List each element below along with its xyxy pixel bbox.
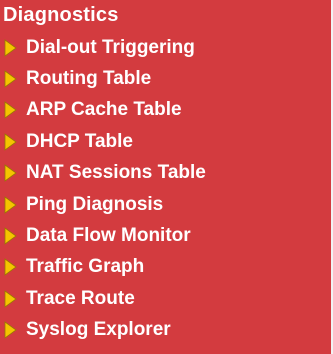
menu-item-syslog-explorer[interactable]: Syslog Explorer [0,315,331,346]
triangle-bullet-icon [4,195,17,214]
triangle-bullet-icon [4,164,17,183]
menu-item-label: Syslog Explorer [26,319,171,341]
triangle-bullet-icon [4,133,17,151]
triangle-bullet-icon [4,321,17,339]
menu-item-data-flow-monitor[interactable]: Data Flow Monitor [0,220,331,251]
menu-item-arp-cache-table[interactable]: ARP Cache Table [0,95,331,126]
menu-item-label: Traffic Graph [26,256,145,278]
menu-item-trace-route[interactable]: Trace Route [0,283,331,314]
section-title: Diagnostics [3,4,119,26]
menu-item-label: Dial-out Triggering [26,36,195,58]
menu-item-dhcp-table[interactable]: DHCP Table [0,126,331,157]
triangle-bullet-icon [4,70,17,88]
menu-item-label: Routing Table [26,68,152,90]
triangle-bullet-icon [4,38,17,57]
diagnostics-menu: Dial-out Triggering Routing Table ARP Ca… [0,32,331,346]
triangle-bullet-icon [4,227,17,245]
diagnostics-menu-panel: Diagnostics Dial-out Triggering Routing … [0,0,333,354]
triangle-bullet-icon [4,290,17,308]
menu-item-traffic-graph[interactable]: Traffic Graph [0,252,331,283]
triangle-bullet-icon [4,258,17,277]
menu-item-nat-sessions-table[interactable]: NAT Sessions Table [0,158,331,189]
menu-item-ping-diagnosis[interactable]: Ping Diagnosis [0,189,331,220]
menu-item-dial-out-triggering[interactable]: Dial-out Triggering [0,32,331,63]
menu-item-label: Ping Diagnosis [26,193,164,215]
menu-item-routing-table[interactable]: Routing Table [0,63,331,94]
menu-item-label: ARP Cache Table [26,99,182,121]
menu-item-label: Trace Route [26,287,135,309]
menu-item-label: NAT Sessions Table [26,162,206,184]
triangle-bullet-icon [4,101,17,120]
menu-item-label: DHCP Table [26,130,133,152]
menu-item-label: Data Flow Monitor [26,225,191,247]
